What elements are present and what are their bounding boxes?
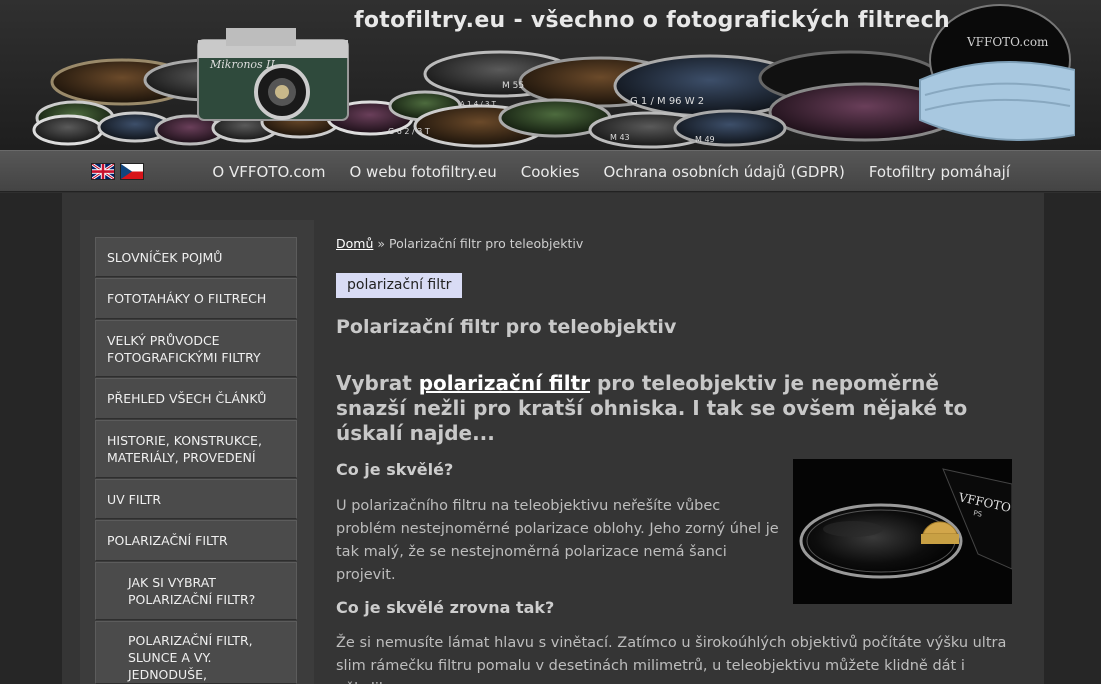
- breadcrumb: Domů » Polarizační filtr pro teleobjekti…: [336, 236, 1016, 251]
- svg-text:G 1 / M 96 W 2: G 1 / M 96 W 2: [630, 96, 704, 107]
- category-tag[interactable]: polarizační filtr: [336, 273, 463, 298]
- svg-text:G 6 2 / 3 T: G 6 2 / 3 T: [388, 127, 430, 136]
- section-heading-also-great: Co je skvělé zrovna tak?: [336, 598, 555, 617]
- article-lead: Vybrat polarizační filtr pro teleobjekti…: [336, 371, 986, 446]
- svg-text:M 43: M 43: [610, 133, 630, 142]
- section-heading-great: Co je skvělé?: [336, 460, 454, 479]
- sidebar-subitem-how-to-choose[interactable]: JAK SI VYBRAT POLARIZAČNÍ FILTR?: [95, 562, 297, 620]
- lead-polarizer-link[interactable]: polarizační filtr: [419, 371, 590, 395]
- sidebar-item-uv-filter[interactable]: UV FILTR: [95, 479, 297, 519]
- section-paragraph-also-great: Že si nemusíte lámat hlavu s vinětací. Z…: [336, 635, 1007, 684]
- svg-text:Mikronos II: Mikronos II: [209, 58, 276, 71]
- site-header: Mikronos II VFFOTO.com M 55 G 1 / M 96 W…: [0, 0, 1101, 150]
- nav-link-gdpr[interactable]: Ochrana osobních údajů (GDPR): [604, 163, 845, 181]
- breadcrumb-separator: »: [373, 236, 389, 251]
- site-title: fotofiltry.eu - všechno o fotografických…: [354, 8, 950, 33]
- svg-text:M 55: M 55: [502, 81, 524, 91]
- section-paragraph-great: U polarizačního filtru na teleobjektivu …: [336, 498, 779, 583]
- sidebar-item-cheatsheets[interactable]: FOTOTAHÁKY O FILTRECH: [95, 278, 297, 319]
- sidebar-item-glossary[interactable]: SLOVNÍČEK POJMŮ: [95, 237, 297, 277]
- svg-text:A 1 4 / 3 T: A 1 4 / 3 T: [460, 100, 497, 108]
- nav-link-about-vffoto[interactable]: O VFFOTO.com: [212, 163, 325, 181]
- lead-prefix: Vybrat: [336, 371, 419, 395]
- main-navigation: O VFFOTO.com O webu fotofiltry.eu Cookie…: [0, 150, 1101, 192]
- sidebar-item-guide[interactable]: VELKÝ PRŮVODCE FOTOGRAFICKÝMI FILTRY: [95, 320, 297, 377]
- nav-links: O VFFOTO.com O webu fotofiltry.eu Cookie…: [212, 151, 1010, 193]
- article-title: Polarizační filtr pro teleobjektiv: [336, 316, 677, 338]
- sidebar-subitem-polarizer-sun[interactable]: POLARIZAČNÍ FILTR, SLUNCE A VY. JEDNODUŠ…: [95, 621, 297, 684]
- sidebar-item-polarizing-filter[interactable]: POLARIZAČNÍ FILTR: [95, 520, 297, 561]
- svg-text:M 49: M 49: [695, 135, 715, 144]
- english-flag-icon[interactable]: [91, 163, 115, 180]
- nav-link-about-site[interactable]: O webu fotofiltry.eu: [349, 163, 496, 181]
- camera-illustration: Mikronos II: [197, 28, 349, 121]
- breadcrumb-current: Polarizační filtr pro teleobjektiv: [388, 236, 584, 251]
- article-content: Domů » Polarizační filtr pro teleobjekti…: [336, 236, 1016, 446]
- polarizer-product-image: VFFOTO PS: [793, 459, 1012, 604]
- breadcrumb-home-link[interactable]: Domů: [336, 236, 373, 251]
- svg-text:VFFOTO.com: VFFOTO.com: [966, 35, 1049, 49]
- sidebar-item-history[interactable]: HISTORIE, KONSTRUKCE, MATERIÁLY, PROVEDE…: [95, 420, 297, 478]
- nav-link-cookies[interactable]: Cookies: [521, 163, 580, 181]
- czech-flag-icon[interactable]: [120, 163, 144, 180]
- nav-link-fotofiltry-help[interactable]: Fotofiltry pomáhají: [869, 163, 1010, 181]
- sidebar-item-all-articles[interactable]: PŘEHLED VŠECH ČLÁNKŮ: [95, 378, 297, 419]
